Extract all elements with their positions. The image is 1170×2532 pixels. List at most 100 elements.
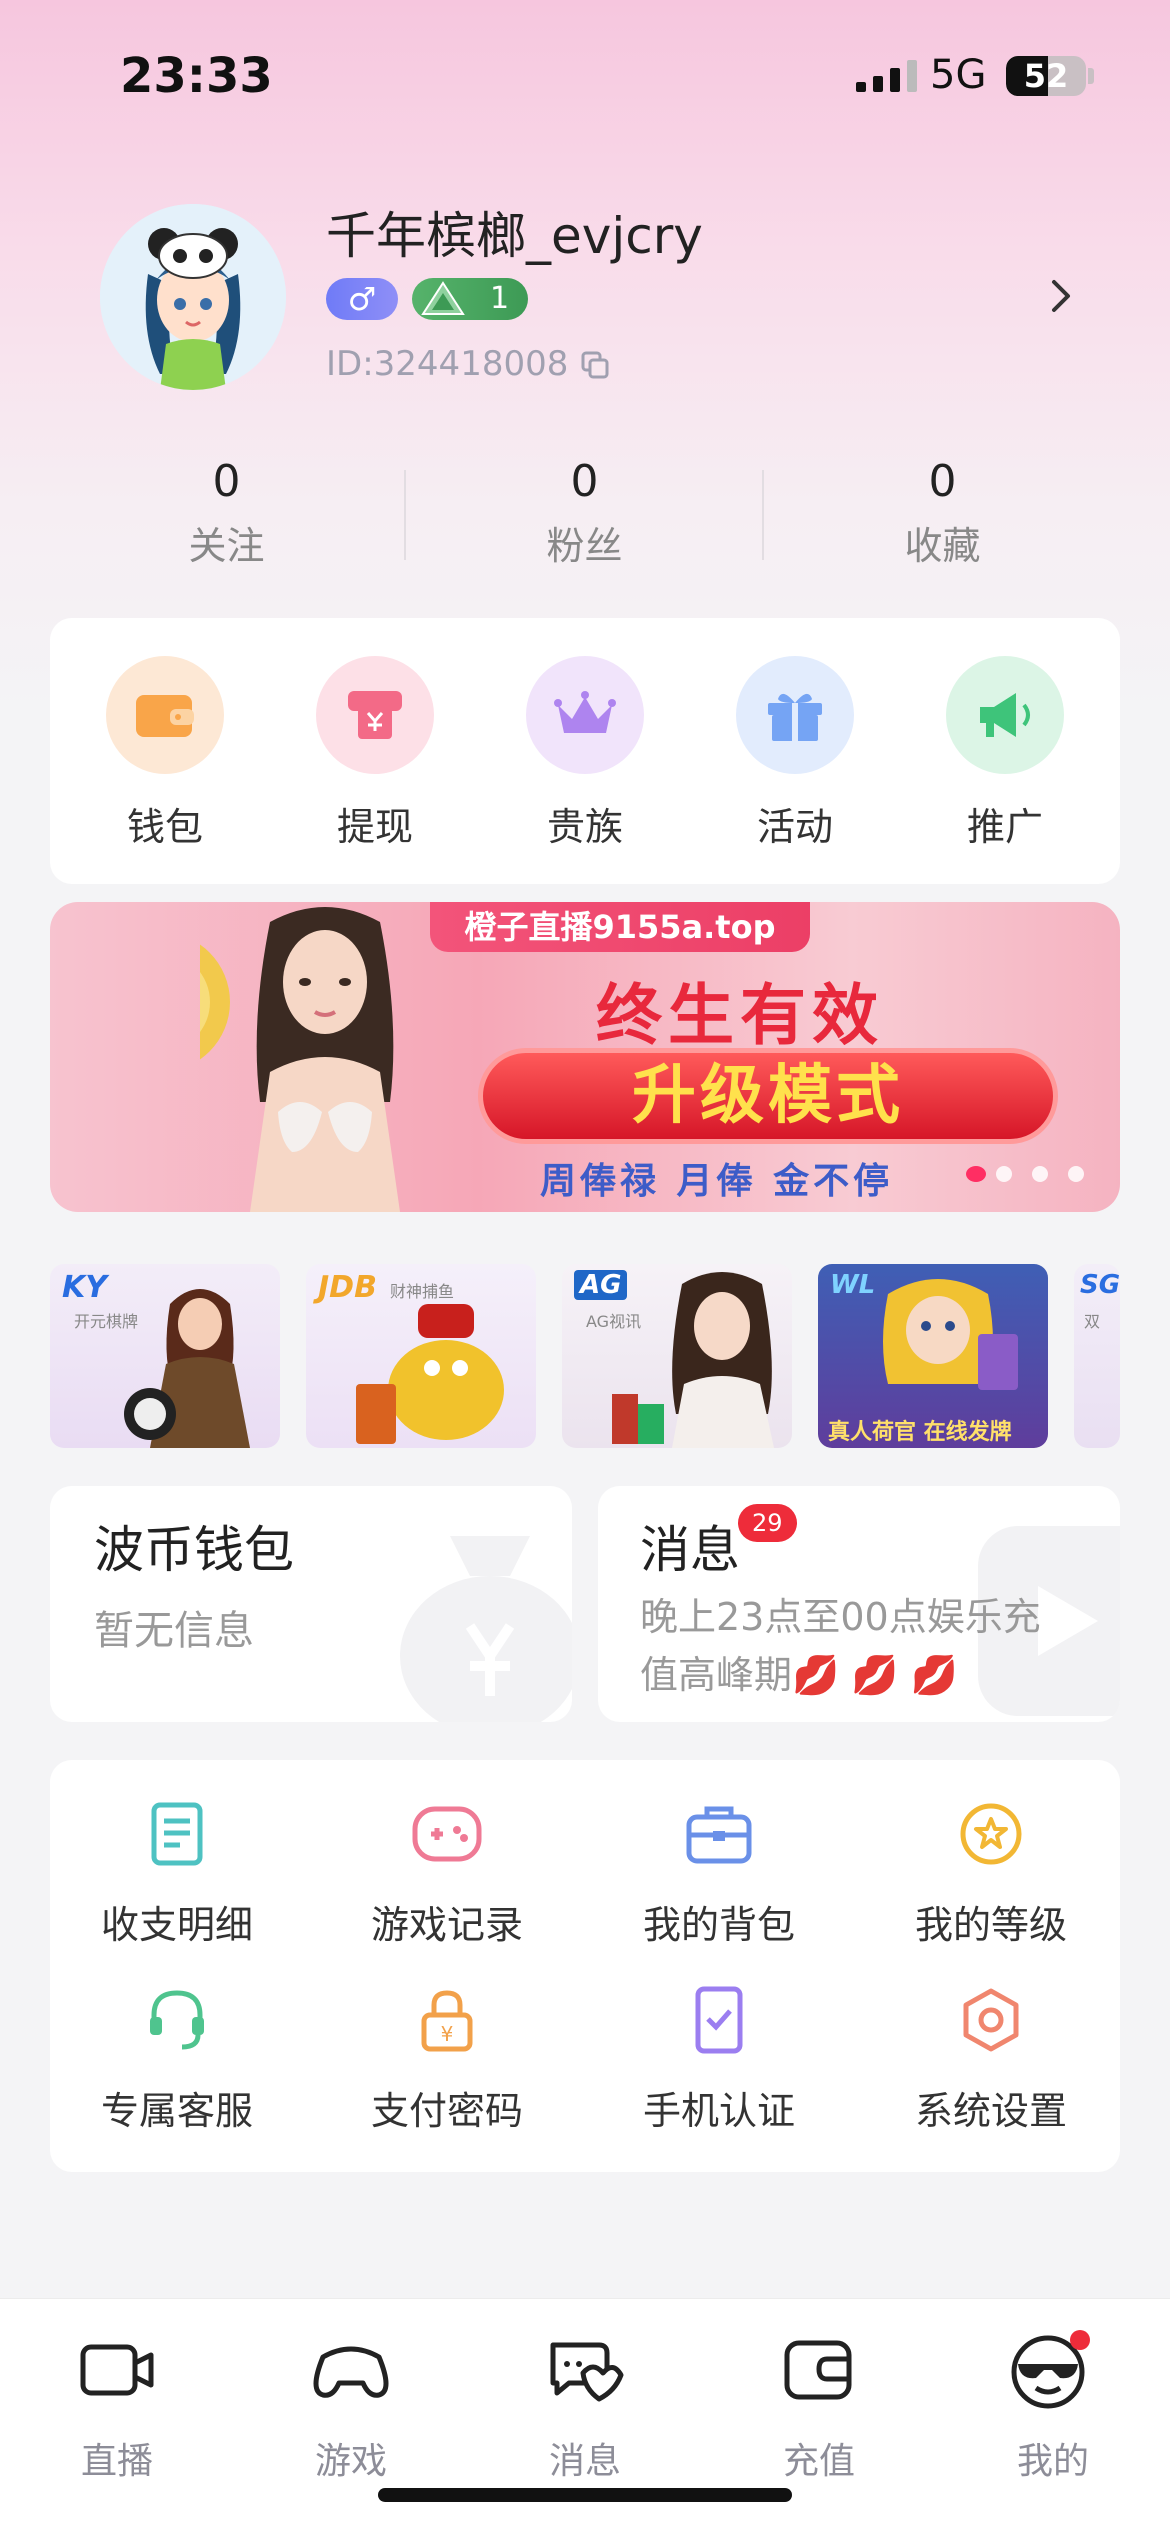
quick-label: 推广	[966, 805, 1043, 849]
menu-payment-password[interactable]: ¥ 支付密码	[312, 1980, 582, 2135]
game-tile-ky[interactable]: KY 开元棋牌	[50, 1264, 280, 1448]
promo-banner[interactable]: 橙子直播9155a.top 终生有效 升级模式 周俸禄 月俸 金不停	[50, 902, 1120, 1212]
carousel-dot[interactable]	[1068, 1166, 1084, 1182]
wallet-text: 暂无信息	[94, 1608, 254, 1654]
message-title: 消息	[640, 1521, 740, 1579]
game-art	[356, 1304, 504, 1444]
menu-label: 支付密码	[370, 2089, 523, 2133]
stat-value: 0	[570, 456, 599, 507]
tab-mine[interactable]: 我的	[936, 2330, 1170, 2484]
game-logo: KY	[62, 1270, 107, 1305]
wallet-title: 波币钱包	[94, 1521, 294, 1579]
game-art	[612, 1272, 774, 1448]
quick-wallet[interactable]: 钱包	[60, 656, 270, 851]
tab-messages[interactable]: 消息	[468, 2330, 702, 2484]
tab-label: 我的	[1016, 2441, 1089, 2482]
quick-label: 贵族	[546, 805, 623, 849]
message-count-badge: 29	[738, 1504, 797, 1542]
carousel-dot[interactable]	[996, 1166, 1012, 1182]
avatar[interactable]	[100, 204, 286, 390]
wallet-icon	[702, 2330, 936, 2410]
network-label: 5G	[930, 52, 987, 98]
menu-phone-verify[interactable]: 手机认证	[584, 1980, 854, 2135]
tab-label: 充值	[782, 2441, 855, 2482]
carousel-dot-active[interactable]	[966, 1166, 986, 1182]
copy-icon[interactable]	[580, 350, 610, 380]
menu-my-level[interactable]: 我的等级	[856, 1794, 1126, 1949]
stat-following[interactable]: 0 关注	[48, 456, 405, 570]
stat-label: 粉丝	[546, 524, 623, 568]
gamepad-icon	[312, 1794, 582, 1874]
stat-value: 0	[212, 456, 241, 507]
headset-icon	[42, 1980, 312, 2060]
gamepad-icon	[234, 2330, 468, 2410]
quick-label: 钱包	[126, 805, 203, 849]
game-art	[124, 1289, 250, 1448]
quick-promote[interactable]: 推广	[900, 656, 1110, 851]
gender-badge: ♂	[326, 278, 398, 320]
money-bag-icon	[400, 1536, 572, 1722]
signal-icon	[856, 60, 917, 92]
game-art	[883, 1279, 1018, 1390]
tab-recharge[interactable]: 充值	[702, 2330, 936, 2484]
game-tile-ag[interactable]: AG AG视讯	[562, 1264, 792, 1448]
banner-pill: 升级模式	[478, 1048, 1058, 1144]
carousel-dot[interactable]	[1032, 1166, 1048, 1182]
home-indicator[interactable]	[378, 2488, 792, 2502]
settings-hexagon-icon	[856, 1980, 1126, 2060]
star-badge-icon	[856, 1794, 1126, 1874]
stat-fans[interactable]: 0 粉丝	[406, 456, 763, 570]
banner-headline: 终生有效	[596, 977, 884, 1054]
level-icon	[421, 281, 465, 315]
game-subtitle: 真人荷官 在线发牌	[828, 1420, 1012, 1445]
wallet-card[interactable]: 波币钱包 暂无信息	[50, 1486, 572, 1722]
status-time: 23:33	[120, 48, 273, 104]
megaphone-icon	[946, 656, 1064, 774]
banner-subtitle: 周俸禄 月俸 金不停	[540, 1161, 894, 1202]
menu-transactions[interactable]: 收支明细	[42, 1794, 312, 1949]
game-tile-wl[interactable]: WL 真人荷官 在线发牌	[818, 1264, 1048, 1448]
stat-favorites[interactable]: 0 收藏	[764, 456, 1121, 570]
menu-backpack[interactable]: 我的背包	[584, 1794, 854, 1949]
tab-live[interactable]: 直播	[0, 2330, 234, 2484]
quick-label: 活动	[756, 805, 833, 849]
menu-label: 收支明细	[100, 1903, 253, 1947]
gift-icon	[736, 656, 854, 774]
message-card[interactable]: 消息 29 晚上23点至00点娱乐充 值高峰期💋 💋 💋	[598, 1486, 1120, 1722]
game-logo: SG	[1080, 1270, 1120, 1300]
menu-label: 系统设置	[914, 2089, 1067, 2133]
menu-label: 我的等级	[914, 1903, 1067, 1947]
tab-label: 消息	[548, 2441, 621, 2482]
game-subtitle: 双	[1084, 1312, 1101, 1331]
battery-icon: 52	[1006, 56, 1086, 96]
menu-settings[interactable]: 系统设置	[856, 1980, 1126, 2135]
menu-game-records[interactable]: 游戏记录	[312, 1794, 582, 1949]
level-badge: 1	[412, 278, 528, 320]
quick-withdraw[interactable]: 提现	[270, 656, 480, 851]
game-tile-sg[interactable]: SG 双	[1074, 1264, 1120, 1448]
tab-games[interactable]: 游戏	[234, 2330, 468, 2484]
chevron-right-icon[interactable]	[1046, 276, 1076, 316]
level-number: 1	[490, 281, 510, 316]
phone-check-icon	[584, 1980, 854, 2060]
quick-noble[interactable]: 贵族	[480, 656, 690, 851]
game-tile-jdb[interactable]: JDB 财神捕鱼	[306, 1264, 536, 1448]
menu-label: 游戏记录	[370, 1903, 523, 1947]
menu-label: 手机认证	[642, 2089, 795, 2133]
menu-customer-service[interactable]: 专属客服	[42, 1980, 312, 2135]
cool-face-icon	[936, 2330, 1170, 2410]
message-text-line1: 晚上23点至00点娱乐充	[640, 1595, 1041, 1639]
banner-url: 橙子直播9155a.top	[430, 902, 810, 952]
user-id: ID:324418008	[326, 344, 569, 384]
username: 千年槟榔_evjcry	[326, 207, 703, 265]
banner-model-image	[200, 907, 400, 1212]
message-text-line2: 值高峰期💋 💋 💋	[640, 1653, 959, 1697]
battery-tip	[1088, 68, 1094, 84]
svg-text:¥: ¥	[441, 2022, 454, 2046]
receipt-icon	[42, 1794, 312, 1874]
lock-icon: ¥	[312, 1980, 582, 2060]
quick-activity[interactable]: 活动	[690, 656, 900, 851]
withdraw-icon	[316, 656, 434, 774]
stat-label: 收藏	[904, 524, 981, 568]
stat-label: 关注	[188, 524, 265, 568]
